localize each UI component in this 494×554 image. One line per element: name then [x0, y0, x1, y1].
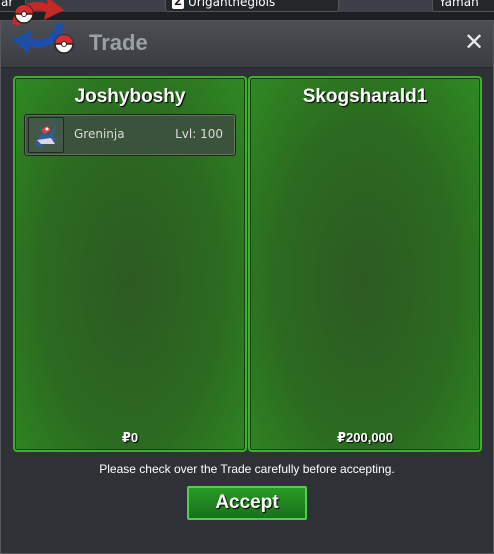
left-trainer-name: Joshyboshy [74, 86, 186, 107]
left-trade-panel: Joshyboshy Greninja Lvl: 100 ₽0 [13, 76, 247, 452]
background-player-tag: Yaman [432, 0, 494, 12]
pokemon-name: Greninja [74, 127, 125, 141]
right-trade-panel: Skogsharald1 ₽200,000 [248, 76, 482, 452]
trade-notice: Please check over the Trade carefully be… [99, 462, 395, 476]
window-title: Trade [89, 30, 148, 55]
player-badge-icon: Z [172, 0, 184, 9]
greninja-sprite-icon [28, 117, 64, 153]
background-player-tag: Z Uriganthegiols [165, 0, 339, 12]
trade-window: Trade ✕ Joshyboshy Greninja Lvl: 100 ₽0 … [0, 20, 494, 554]
right-money-offer: ₽200,000 [336, 430, 394, 445]
left-money-offer: ₽0 [121, 430, 139, 445]
right-trainer-name: Skogsharald1 [302, 86, 428, 107]
pokemon-level: Lvl: 100 [175, 127, 223, 141]
trade-logo-icon [12, 0, 74, 54]
accept-button[interactable]: Accept [187, 486, 307, 520]
close-button[interactable]: ✕ [463, 30, 485, 54]
trade-pokemon-slot[interactable]: Greninja Lvl: 100 [24, 114, 236, 156]
